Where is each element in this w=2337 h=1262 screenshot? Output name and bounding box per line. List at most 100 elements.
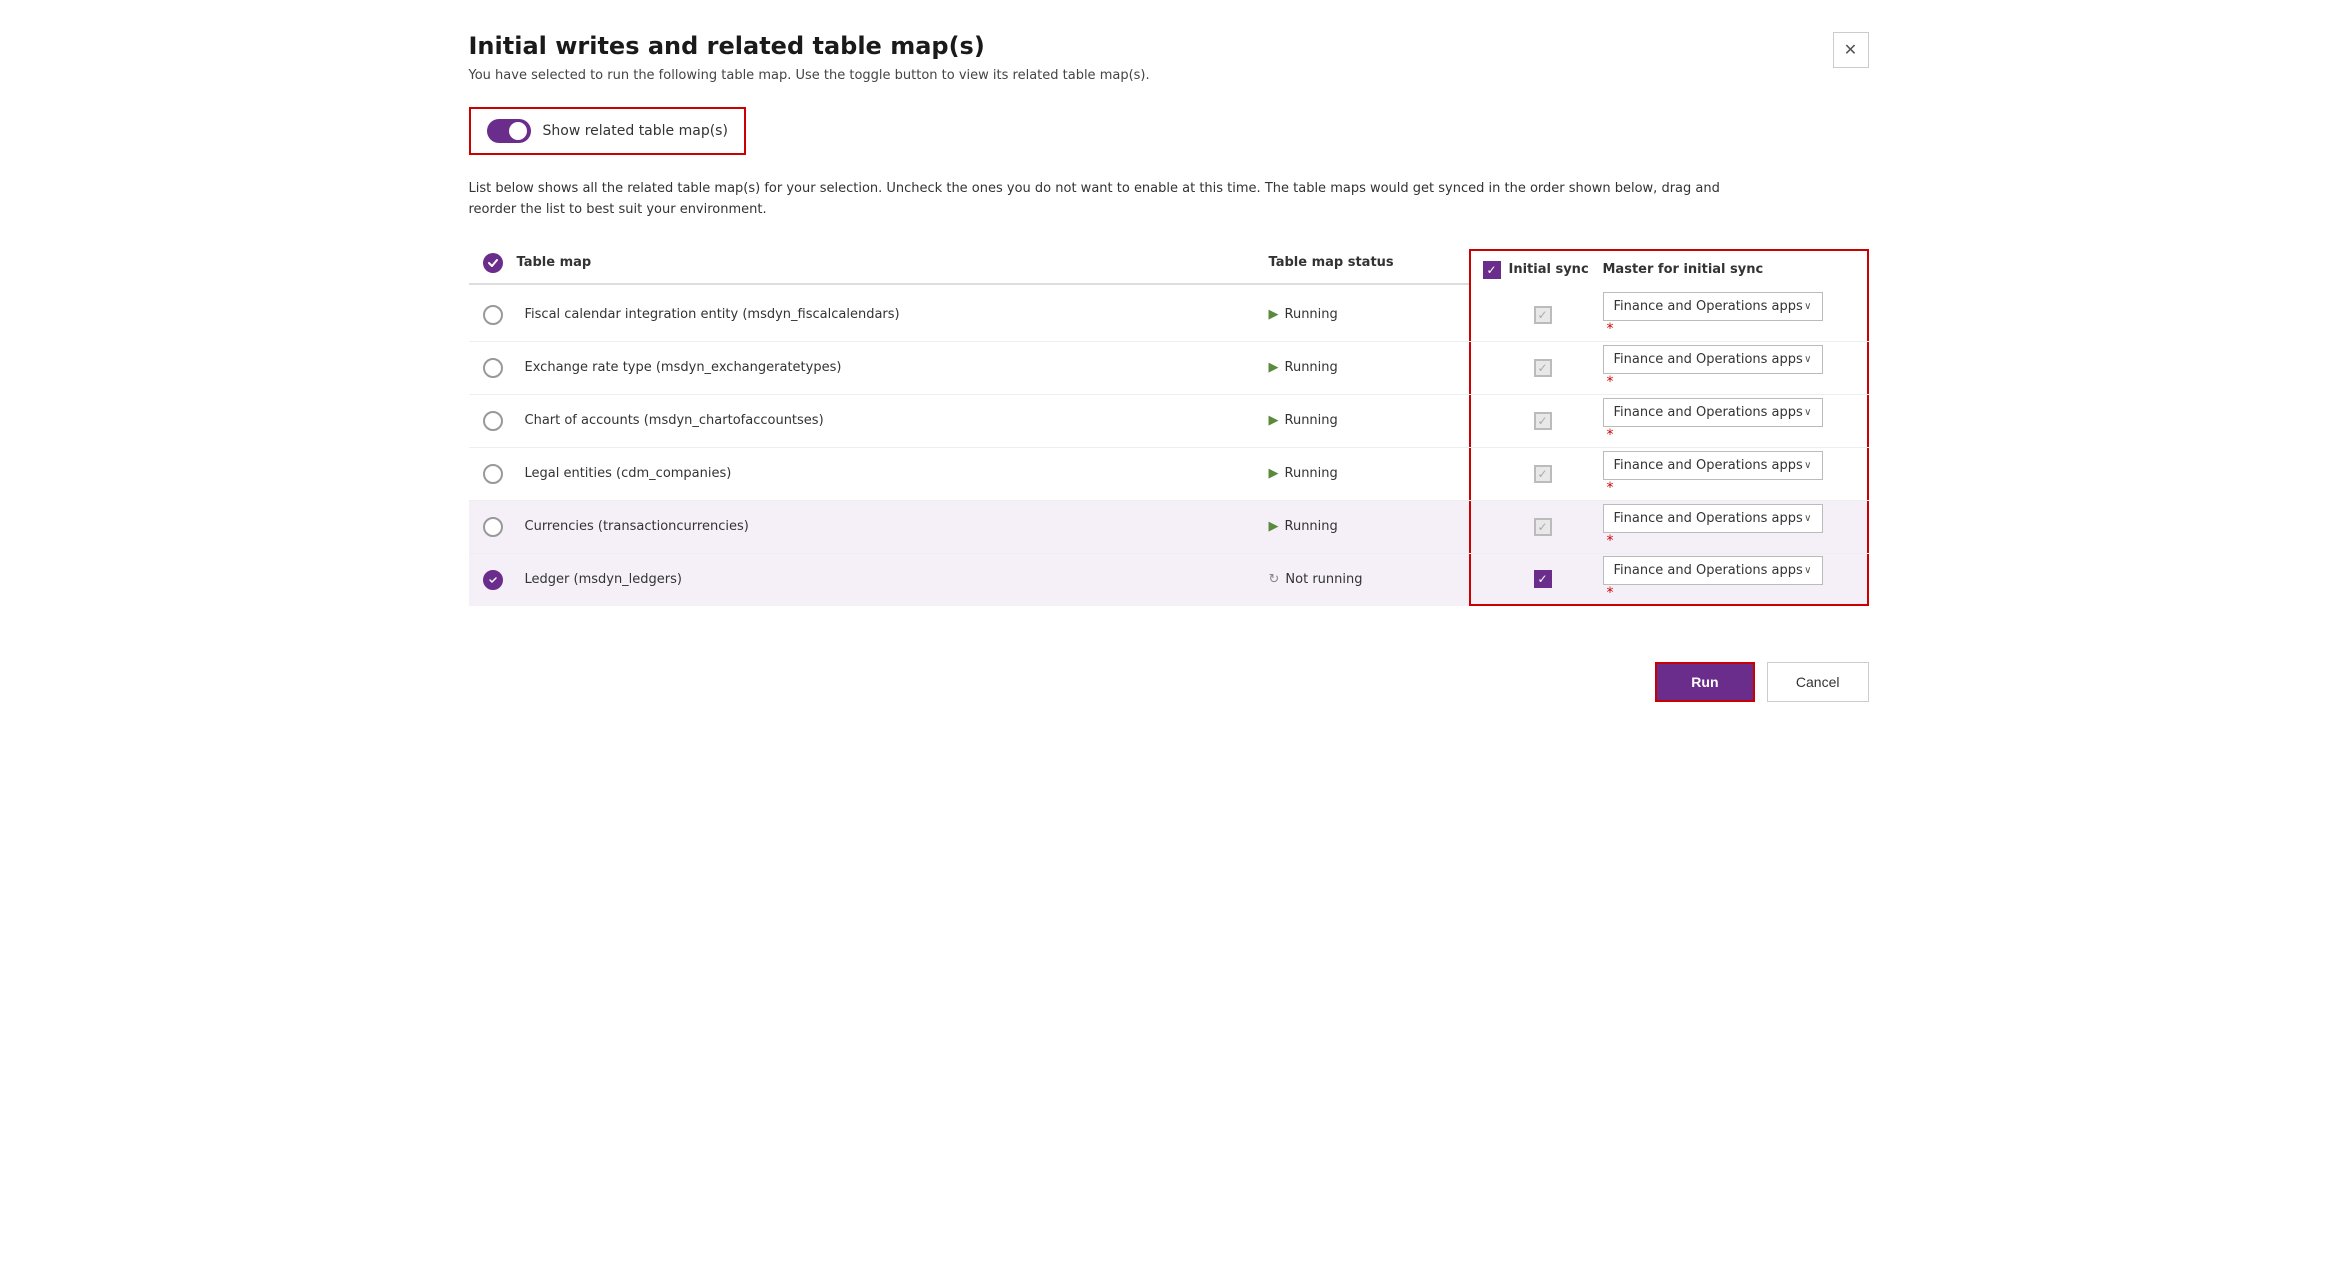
- row-status: ↻Not running: [1269, 572, 1469, 587]
- row-left-cols: Chart of accounts (msdyn_chartofaccounts…: [469, 395, 1469, 447]
- master-dropdown[interactable]: Finance and Operations apps∨: [1603, 451, 1823, 480]
- required-star: *: [1607, 374, 1614, 390]
- status-text: Not running: [1285, 572, 1362, 587]
- toggle-label: Show related table map(s): [543, 123, 728, 139]
- radio-unchecked: [483, 464, 503, 484]
- master-dropdown[interactable]: Finance and Operations apps∨: [1603, 556, 1823, 585]
- initial-sync-checkbox[interactable]: ✓: [1483, 412, 1603, 430]
- row-left-cols: Currencies (transactioncurrencies)▶ Runni…: [469, 501, 1469, 553]
- checkbox-grey: ✓: [1534, 465, 1552, 483]
- row-right-cols: ✓ Finance and Operations apps∨*: [1469, 289, 1869, 341]
- radio-unchecked: [483, 305, 503, 325]
- select-all-checkbox[interactable]: [469, 253, 517, 273]
- toggle-container[interactable]: Show related table map(s): [469, 107, 746, 155]
- running-icon: ▶: [1269, 466, 1279, 481]
- radio-unchecked: [483, 358, 503, 378]
- checkbox-grey: ✓: [1534, 306, 1552, 324]
- check-icon: ✓: [1486, 263, 1496, 277]
- table-row: Currencies (transactioncurrencies)▶ Runni…: [469, 501, 1869, 554]
- col-header-table-map: Table map: [517, 255, 1269, 270]
- col-header-master: Master for initial sync: [1603, 262, 1855, 277]
- row-select-checkbox[interactable]: [469, 358, 517, 378]
- master-dropdown[interactable]: Finance and Operations apps∨: [1603, 345, 1823, 374]
- initial-sync-checkbox[interactable]: ✓: [1483, 570, 1603, 588]
- row-status: ▶ Running: [1269, 519, 1469, 534]
- toggle-switch[interactable]: [487, 119, 531, 143]
- col-header-status: Table map status: [1269, 255, 1469, 270]
- checkbox-grey: ✓: [1534, 359, 1552, 377]
- row-select-checkbox[interactable]: [469, 305, 517, 325]
- check-icon: ✓: [1537, 520, 1547, 534]
- check-icon: ✓: [1537, 414, 1547, 428]
- required-star: *: [1607, 427, 1614, 443]
- row-right-cols: ✓ Finance and Operations apps∨*: [1469, 448, 1869, 500]
- row-select-checkbox[interactable]: [469, 411, 517, 431]
- initial-sync-checkbox[interactable]: ✓: [1483, 465, 1603, 483]
- master-dropdown[interactable]: Finance and Operations apps∨: [1603, 504, 1823, 533]
- dropdown-value: Finance and Operations apps: [1614, 563, 1803, 578]
- table-row: Ledger (msdyn_ledgers)↻Not running ✓ Finan…: [469, 554, 1869, 606]
- table-row: Exchange rate type (msdyn_exchangeratety…: [469, 342, 1869, 395]
- header-initial-sync-checkbox[interactable]: ✓: [1483, 261, 1501, 279]
- master-dropdown[interactable]: Finance and Operations apps∨: [1603, 398, 1823, 427]
- master-dropdown-wrapper: Finance and Operations apps∨*: [1603, 292, 1855, 337]
- row-status: ▶Running: [1269, 413, 1469, 428]
- row-right-cols: ✓ Finance and Operations apps∨*: [1469, 501, 1869, 553]
- dropdown-value: Finance and Operations apps: [1614, 405, 1803, 420]
- row-left-cols: Ledger (msdyn_ledgers)↻Not running: [469, 554, 1469, 606]
- required-star: *: [1607, 533, 1614, 549]
- row-left-cols: Exchange rate type (msdyn_exchangeratety…: [469, 342, 1469, 394]
- row-select-checkbox[interactable]: [469, 517, 517, 537]
- required-star: *: [1607, 585, 1614, 601]
- master-dropdown[interactable]: Finance and Operations apps∨: [1603, 292, 1823, 321]
- table-header: Table map Table map status ✓ Initial syn…: [469, 249, 1869, 289]
- table-body: Fiscal calendar integration entity (msdy…: [469, 289, 1869, 606]
- close-button[interactable]: ✕: [1833, 32, 1869, 68]
- chevron-down-icon: ∨: [1804, 460, 1811, 471]
- status-text: Running: [1285, 360, 1338, 375]
- radio-checked: [483, 570, 503, 590]
- chevron-down-icon: ∨: [1804, 565, 1811, 576]
- check-icon: ✓: [1537, 467, 1547, 481]
- master-dropdown-wrapper: Finance and Operations apps∨*: [1603, 345, 1855, 390]
- initial-sync-checkbox[interactable]: ✓: [1483, 518, 1603, 536]
- running-icon: ▶: [1269, 413, 1279, 428]
- col-initial-sync-header: ✓ Initial sync: [1483, 261, 1603, 279]
- row-right-cols: ✓Finance and Operations apps∨*: [1469, 395, 1869, 447]
- initial-sync-checkbox[interactable]: ✓: [1483, 306, 1603, 324]
- run-button[interactable]: Run: [1655, 662, 1755, 702]
- row-select-checkbox[interactable]: [469, 570, 517, 590]
- row-select-checkbox[interactable]: [469, 464, 517, 484]
- status-text: Running: [1285, 519, 1338, 534]
- status-text: Running: [1285, 307, 1338, 322]
- master-dropdown-wrapper: Finance and Operations apps∨*: [1603, 398, 1855, 443]
- check-icon: ✓: [1537, 572, 1547, 586]
- close-icon: ✕: [1844, 40, 1857, 60]
- chevron-down-icon: ∨: [1804, 407, 1811, 418]
- row-table-map-name: Currencies (transactioncurrencies): [517, 519, 1269, 534]
- col-header-initial-sync: Initial sync: [1509, 262, 1589, 277]
- master-dropdown-wrapper: Finance and Operations apps∨*: [1603, 451, 1855, 496]
- running-icon: ▶: [1269, 307, 1279, 322]
- table-row: Chart of accounts (msdyn_chartofaccounts…: [469, 395, 1869, 448]
- footer-buttons: Run Cancel: [469, 646, 1869, 702]
- dialog-container: ✕ Initial writes and related table map(s…: [469, 32, 1869, 702]
- chevron-down-icon: ∨: [1804, 301, 1811, 312]
- row-status: ▶Running: [1269, 360, 1469, 375]
- chevron-down-icon: ∨: [1804, 513, 1811, 524]
- initial-sync-checkbox[interactable]: ✓: [1483, 359, 1603, 377]
- header-left: Table map Table map status: [469, 253, 1469, 285]
- check-icon: ✓: [1537, 361, 1547, 375]
- toggle-track: [487, 119, 531, 143]
- dropdown-value: Finance and Operations apps: [1614, 352, 1803, 367]
- running-icon: ▶: [1269, 519, 1279, 534]
- header-right: ✓ Initial sync Master for initial sync: [1469, 249, 1869, 289]
- row-table-map-name: Exchange rate type (msdyn_exchangeratety…: [517, 360, 1269, 375]
- dialog-title: Initial writes and related table map(s): [469, 32, 1869, 60]
- row-table-map-name: Fiscal calendar integration entity (msdy…: [517, 307, 1269, 322]
- row-table-map-name: Ledger (msdyn_ledgers): [517, 572, 1269, 587]
- checkbox-grey: ✓: [1534, 518, 1552, 536]
- cancel-button[interactable]: Cancel: [1767, 662, 1869, 702]
- row-table-map-name: Chart of accounts (msdyn_chartofaccounts…: [517, 413, 1269, 428]
- toggle-thumb: [509, 122, 527, 140]
